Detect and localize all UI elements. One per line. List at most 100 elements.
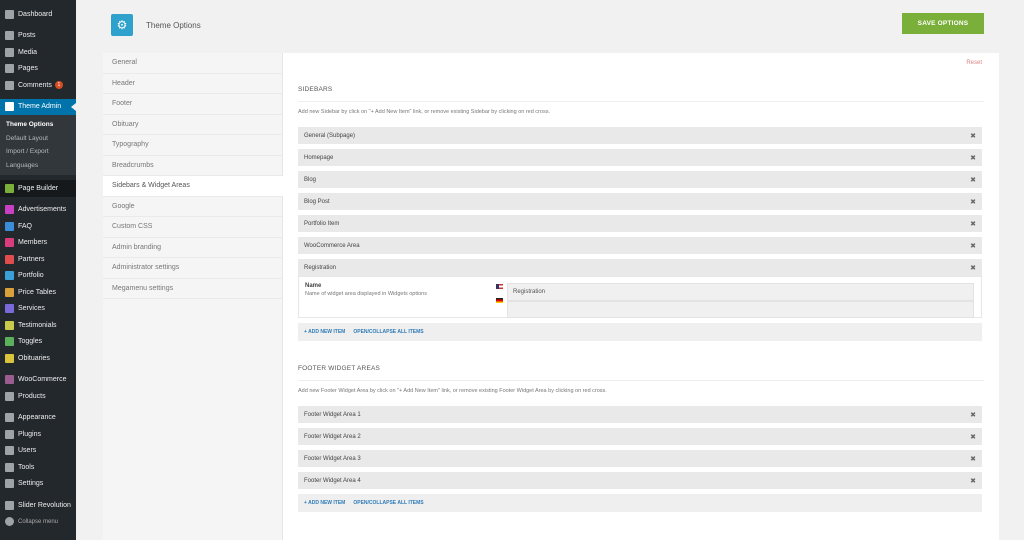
menu-advertisements[interactable]: Advertisements xyxy=(0,202,76,219)
sidebars-add-new-item-link[interactable]: + ADD NEW ITEM xyxy=(304,329,345,335)
sidebar-item-editor: Name Name of widget area displayed in Wi… xyxy=(298,276,982,318)
menu-partners[interactable]: Partners xyxy=(0,251,76,268)
menu-slider-revolution[interactable]: Slider Revolution xyxy=(0,497,76,514)
list-item[interactable]: General (Subpage) ✖ xyxy=(298,127,982,144)
wrench-icon xyxy=(5,462,14,472)
menu-testimonials[interactable]: Testimonials xyxy=(0,317,76,334)
list-item[interactable]: Footer Widget Area 2 ✖ xyxy=(298,428,982,445)
menu-dashboard[interactable]: Dashboard xyxy=(0,6,76,23)
menu-tools[interactable]: Tools xyxy=(0,459,76,476)
services-icon xyxy=(5,304,14,314)
remove-icon[interactable]: ✖ xyxy=(970,477,976,485)
submenu-default-layout[interactable]: Default Layout xyxy=(0,132,76,146)
list-item[interactable]: Footer Widget Area 3 ✖ xyxy=(298,450,982,467)
menu-settings[interactable]: Settings xyxy=(0,476,76,493)
menu-services[interactable]: Services xyxy=(0,301,76,318)
de-flag-icon xyxy=(496,298,503,303)
tab-custom-css[interactable]: Custom CSS xyxy=(103,217,282,238)
list-item-label: Blog Post xyxy=(304,198,330,205)
remove-icon[interactable]: ✖ xyxy=(970,176,976,184)
pages-icon xyxy=(5,64,14,74)
page-builder-icon xyxy=(5,183,14,193)
settings-icon xyxy=(5,479,14,489)
reset-link[interactable]: Reset xyxy=(966,60,982,66)
tab-google[interactable]: Google xyxy=(103,197,282,217)
menu-page-builder[interactable]: Page Builder xyxy=(0,180,76,197)
menu-woocommerce[interactable]: WooCommerce xyxy=(0,372,76,389)
remove-icon[interactable]: ✖ xyxy=(970,198,976,206)
list-item[interactable]: WooCommerce Area ✖ xyxy=(298,237,982,254)
menu-users[interactable]: Users xyxy=(0,443,76,460)
name-input-en[interactable]: Registration xyxy=(507,283,974,301)
faq-icon xyxy=(5,221,14,231)
sidebar-items-list: General (Subpage) ✖ Homepage ✖ Blog ✖ Blog Pos… xyxy=(298,127,984,276)
menu-appearance[interactable]: Appearance xyxy=(0,410,76,427)
remove-icon[interactable]: ✖ xyxy=(970,132,976,140)
menu-posts[interactable]: Posts xyxy=(0,28,76,45)
remove-icon[interactable]: ✖ xyxy=(970,264,976,272)
tab-breadcrumbs[interactable]: Breadcrumbs xyxy=(103,156,282,176)
tab-sidebars-widget-areas[interactable]: Sidebars & Widget Areas xyxy=(103,176,283,197)
list-item-label: Footer Widget Area 3 xyxy=(304,455,361,462)
comments-badge: 1 xyxy=(54,81,63,90)
tab-general[interactable]: General xyxy=(103,53,282,74)
list-item[interactable]: Portfolio Item ✖ xyxy=(298,215,982,232)
menu-toggles[interactable]: Toggles xyxy=(0,334,76,351)
remove-icon[interactable]: ✖ xyxy=(970,433,976,441)
list-item[interactable]: Homepage ✖ xyxy=(298,149,982,166)
sidebars-toggle-all-link[interactable]: OPEN/COLLAPSE ALL ITEMS xyxy=(353,329,423,335)
menu-media[interactable]: Media xyxy=(0,44,76,61)
remove-icon[interactable]: ✖ xyxy=(970,220,976,228)
list-item[interactable]: Blog Post ✖ xyxy=(298,193,982,210)
remove-icon[interactable]: ✖ xyxy=(970,242,976,250)
us-flag-icon xyxy=(496,284,503,289)
dashboard-icon xyxy=(5,9,14,19)
tab-footer[interactable]: Footer xyxy=(103,94,282,115)
remove-icon[interactable]: ✖ xyxy=(970,154,976,162)
gears-icon: ⚙ xyxy=(111,14,133,36)
products-icon xyxy=(5,391,14,401)
pin-icon xyxy=(5,31,14,41)
name-input-de[interactable] xyxy=(507,300,974,318)
list-item-label: Portfolio Item xyxy=(304,220,340,227)
menu-comments[interactable]: Comments 1 xyxy=(0,77,76,94)
submenu-import-export[interactable]: Import / Export xyxy=(0,145,76,159)
remove-icon[interactable]: ✖ xyxy=(970,455,976,463)
menu-products[interactable]: Products xyxy=(0,388,76,405)
submenu-theme-options[interactable]: Theme Options xyxy=(0,118,76,132)
footer-items-list: Footer Widget Area 1 ✖ Footer Widget Area … xyxy=(298,406,984,489)
options-content: Reset SIDEBARS Add new Sidebar by click … xyxy=(283,53,999,540)
submenu-languages[interactable]: Languages xyxy=(0,159,76,173)
tab-megamenu-settings[interactable]: Megamenu settings xyxy=(103,279,282,299)
sidebars-actions: + ADD NEW ITEM OPEN/COLLAPSE ALL ITEMS xyxy=(298,323,982,341)
footer-toggle-all-link[interactable]: OPEN/COLLAPSE ALL ITEMS xyxy=(353,500,423,506)
menu-faq[interactable]: FAQ xyxy=(0,218,76,235)
menu-theme-admin[interactable]: Theme Admin xyxy=(0,98,76,115)
menu-portfolio[interactable]: Portfolio xyxy=(0,268,76,285)
price-tables-icon xyxy=(5,287,14,297)
list-item[interactable]: Footer Widget Area 1 ✖ xyxy=(298,406,982,423)
list-item-label: WooCommerce Area xyxy=(304,242,360,249)
menu-members[interactable]: Members xyxy=(0,235,76,252)
menu-pages[interactable]: Pages xyxy=(0,61,76,78)
menu-obituaries[interactable]: Obituaries xyxy=(0,350,76,367)
collapse-menu[interactable]: Collapse menu xyxy=(0,514,76,531)
remove-icon[interactable]: ✖ xyxy=(970,411,976,419)
tab-admin-branding[interactable]: Admin branding xyxy=(103,238,282,258)
save-options-button[interactable]: SAVE OPTIONS xyxy=(902,13,984,34)
menu-price-tables[interactable]: Price Tables xyxy=(0,284,76,301)
tab-administrator-settings[interactable]: Administrator settings xyxy=(103,258,282,279)
user-icon xyxy=(5,446,14,456)
tab-typography[interactable]: Typography xyxy=(103,135,282,156)
list-item[interactable]: Registration ✖ xyxy=(298,259,982,276)
list-item[interactable]: Footer Widget Area 4 ✖ xyxy=(298,472,982,489)
panel-header: ⚙ Theme Options SAVE OPTIONS xyxy=(103,0,999,50)
list-item-label: Footer Widget Area 1 xyxy=(304,411,361,418)
tab-obituary[interactable]: Obituary xyxy=(103,115,282,135)
advertisements-icon xyxy=(5,205,14,215)
tab-header[interactable]: Header xyxy=(103,74,282,94)
testimonials-icon xyxy=(5,320,14,330)
list-item[interactable]: Blog ✖ xyxy=(298,171,982,188)
footer-add-new-item-link[interactable]: + ADD NEW ITEM xyxy=(304,500,345,506)
menu-plugins[interactable]: Plugins xyxy=(0,426,76,443)
